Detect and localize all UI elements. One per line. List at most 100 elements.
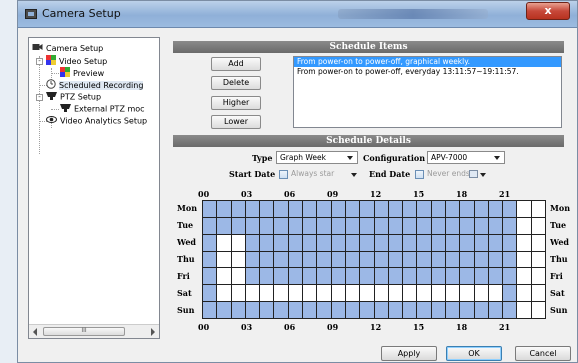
schedule-cell[interactable] (217, 234, 232, 252)
schedule-cell[interactable] (403, 217, 418, 235)
schedule-cell[interactable] (445, 217, 461, 235)
schedule-cell[interactable] (374, 217, 389, 235)
schedule-cell[interactable] (203, 201, 218, 218)
schedule-cell[interactable] (488, 251, 504, 269)
schedule-cell[interactable] (388, 234, 404, 252)
cancel-button[interactable]: Cancel (515, 346, 571, 361)
schedule-cell[interactable] (288, 217, 304, 235)
schedule-cell[interactable] (417, 285, 432, 303)
schedule-cell[interactable] (245, 302, 261, 319)
schedule-cell[interactable] (488, 217, 504, 235)
schedule-cell[interactable] (245, 285, 261, 303)
schedule-cell[interactable] (460, 285, 475, 303)
close-button[interactable]: x (526, 2, 570, 20)
schedule-item[interactable]: From power-on to power-off, graphical we… (294, 57, 561, 67)
schedule-cell[interactable] (403, 285, 418, 303)
schedule-cell[interactable] (345, 251, 361, 269)
schedule-cell[interactable] (203, 234, 218, 252)
title-bar[interactable]: Camera Setup x (18, 1, 577, 28)
schedule-cell[interactable] (317, 251, 332, 269)
schedule-cell[interactable] (445, 302, 461, 319)
schedule-cell[interactable] (360, 268, 375, 286)
schedule-cell[interactable] (503, 234, 518, 252)
schedule-cell[interactable] (374, 268, 389, 286)
schedule-cell[interactable] (460, 201, 475, 218)
higher-button[interactable]: Higher (211, 96, 261, 110)
tree-item-video-setup[interactable]: Video Setup (46, 55, 107, 67)
apply-button[interactable]: Apply (381, 346, 437, 361)
schedule-cell[interactable] (460, 251, 475, 269)
schedule-cell[interactable] (517, 302, 532, 319)
schedule-cell[interactable] (488, 285, 504, 303)
tree-item-video-analytics[interactable]: Video Analytics Setup (46, 115, 147, 127)
schedule-cell[interactable] (317, 285, 332, 303)
schedule-cell[interactable] (217, 268, 232, 286)
schedule-cell[interactable] (431, 302, 446, 319)
schedule-cell[interactable] (431, 217, 446, 235)
schedule-cell[interactable] (374, 285, 389, 303)
schedule-cell[interactable] (474, 234, 489, 252)
tree-item-preview[interactable]: Preview (60, 67, 104, 79)
schedule-cell[interactable] (403, 201, 418, 218)
schedule-cell[interactable] (445, 251, 461, 269)
schedule-cell[interactable] (260, 251, 275, 269)
schedule-cell[interactable] (503, 217, 518, 235)
chevron-down-icon[interactable] (351, 173, 357, 177)
schedule-cell[interactable] (274, 302, 289, 319)
schedule-cell[interactable] (431, 251, 446, 269)
schedule-cell[interactable] (474, 268, 489, 286)
configuration-select[interactable]: APV-7000 (427, 151, 505, 164)
expand-ptz-setup[interactable]: - (36, 94, 43, 101)
schedule-cell[interactable] (460, 217, 475, 235)
schedule-cell[interactable] (317, 201, 332, 218)
schedule-cell[interactable] (488, 234, 504, 252)
schedule-cell[interactable] (360, 285, 375, 303)
chevron-down-icon[interactable] (480, 173, 486, 177)
schedule-cell[interactable] (417, 302, 432, 319)
schedule-cell[interactable] (445, 201, 461, 218)
schedule-cell[interactable] (274, 285, 289, 303)
schedule-cell[interactable] (288, 201, 304, 218)
setup-tree[interactable]: Camera Setup - Video Setup Preview Sched… (28, 37, 160, 339)
schedule-cell[interactable] (231, 217, 246, 235)
schedule-cell[interactable] (517, 251, 532, 269)
schedule-item[interactable]: From power-on to power-off, everyday 13:… (294, 67, 561, 77)
schedule-cell[interactable] (260, 217, 275, 235)
tree-item-external-ptz[interactable]: External PTZ moc (60, 103, 145, 115)
schedule-cell[interactable] (517, 268, 532, 286)
schedule-cell[interactable] (374, 201, 389, 218)
schedule-cell[interactable] (331, 302, 346, 319)
schedule-cell[interactable] (231, 268, 246, 286)
schedule-cell[interactable] (417, 217, 432, 235)
schedule-cell[interactable] (217, 251, 232, 269)
schedule-cell[interactable] (345, 285, 361, 303)
schedule-cell[interactable] (217, 201, 232, 218)
schedule-cell[interactable] (460, 302, 475, 319)
schedule-cell[interactable] (374, 251, 389, 269)
schedule-cell[interactable] (417, 201, 432, 218)
schedule-cell[interactable] (531, 251, 546, 269)
schedule-cell[interactable] (345, 201, 361, 218)
schedule-cell[interactable] (203, 302, 218, 319)
schedule-cell[interactable] (531, 217, 546, 235)
schedule-cell[interactable] (303, 251, 318, 269)
schedule-cell[interactable] (288, 285, 304, 303)
schedule-cell[interactable] (231, 285, 246, 303)
schedule-cell[interactable] (317, 302, 332, 319)
schedule-cell[interactable] (460, 234, 475, 252)
schedule-cell[interactable] (331, 285, 346, 303)
schedule-cell[interactable] (303, 285, 318, 303)
schedule-cell[interactable] (303, 217, 318, 235)
schedule-cell[interactable] (217, 302, 232, 319)
schedule-cell[interactable] (517, 234, 532, 252)
schedule-cell[interactable] (245, 268, 261, 286)
schedule-cell[interactable] (488, 201, 504, 218)
schedule-cell[interactable] (303, 302, 318, 319)
schedule-cell[interactable] (360, 251, 375, 269)
expand-video-setup[interactable]: - (36, 58, 43, 65)
end-date-checkbox[interactable] (415, 170, 424, 179)
schedule-cell[interactable] (488, 302, 504, 319)
schedule-cell[interactable] (388, 217, 404, 235)
schedule-cell[interactable] (217, 217, 232, 235)
schedule-cell[interactable] (388, 201, 404, 218)
